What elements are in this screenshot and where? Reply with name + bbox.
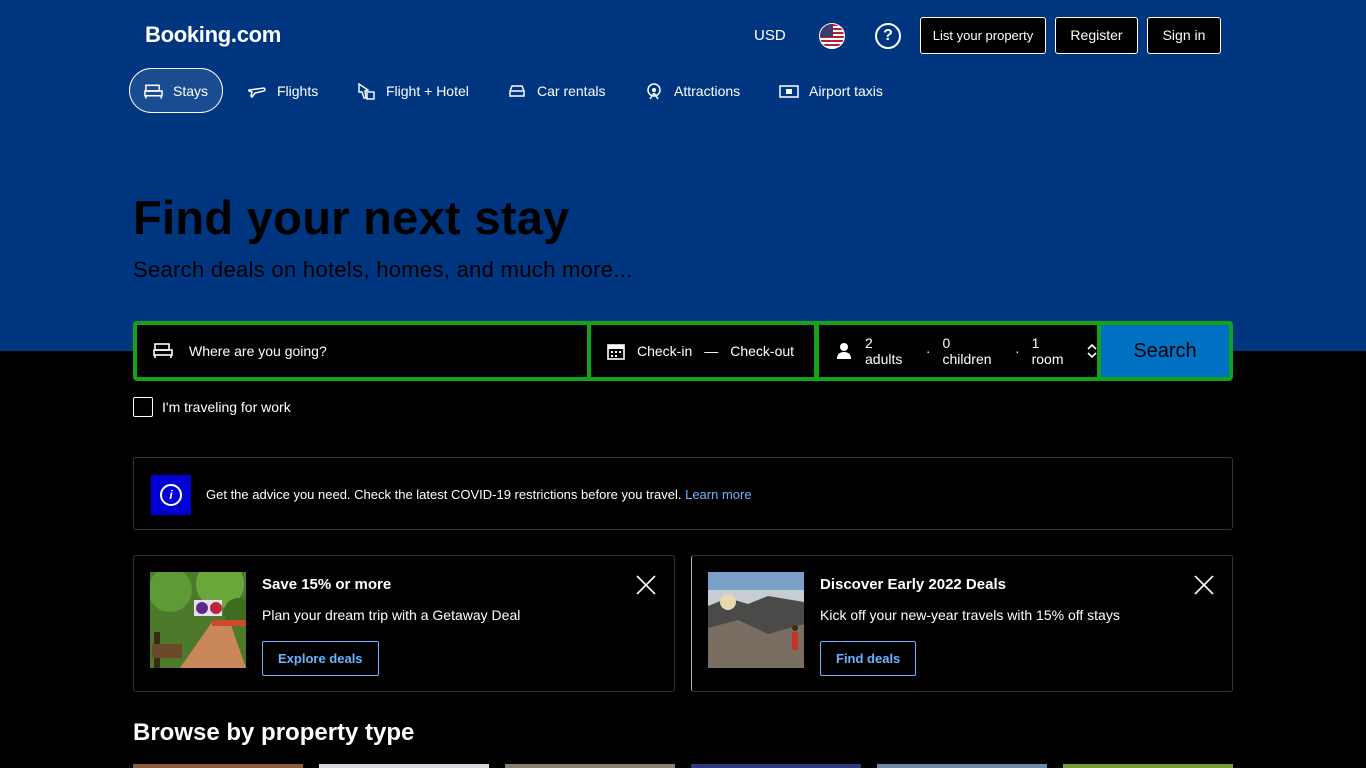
destination-input[interactable]: Where are you going?	[189, 343, 327, 359]
property-thumb-cabins[interactable]	[877, 764, 1047, 768]
promo-description: Plan your dream trip with a Getaway Deal	[262, 607, 521, 623]
tab-stays-label: Stays	[172, 82, 208, 99]
tab-flight-hotel-label: Flight + Hotel	[386, 82, 469, 99]
work-travel-checkbox-row[interactable]: I'm traveling for work	[133, 397, 291, 417]
booking-logo[interactable]: Booking.com	[145, 22, 281, 48]
property-thumb-villas[interactable]	[691, 764, 861, 768]
taxi-icon	[779, 84, 799, 98]
currency-selector[interactable]: USD	[754, 27, 786, 44]
up-down-chevron-icon	[1087, 343, 1097, 359]
promo-card-early-deals: Discover Early 2022 Deals Kick off your …	[691, 555, 1233, 692]
learn-more-link[interactable]: Learn more	[685, 487, 751, 502]
promo-title: Discover Early 2022 Deals	[820, 576, 1006, 593]
us-flag-icon[interactable]	[819, 23, 845, 49]
tab-flights-label: Flights	[277, 82, 319, 99]
plane-icon	[248, 86, 266, 98]
attractions-icon	[647, 82, 661, 99]
page-title: Find your next stay	[133, 191, 570, 244]
promo-title: Save 15% or more	[262, 576, 392, 593]
car-icon	[509, 84, 525, 97]
tab-airport-taxis-label: Airport taxis	[809, 82, 883, 99]
page-subtitle: Search deals on hotels, homes, and much …	[133, 257, 633, 282]
work-travel-checkbox[interactable]	[133, 397, 153, 417]
tab-car-rentals-label: Car rentals	[537, 82, 606, 99]
banner-text: Get the advice you need. Check the lates…	[206, 487, 682, 502]
promo-card-getaway: Save 15% or more Plan your dream trip wi…	[133, 555, 675, 692]
children-count: 0 children	[942, 335, 992, 367]
calendar-icon	[607, 344, 625, 360]
close-icon[interactable]	[1192, 573, 1216, 597]
mountain-photo	[708, 572, 804, 668]
search-button[interactable]: Search	[1101, 325, 1229, 377]
find-deals-button[interactable]: Find deals	[820, 641, 917, 676]
tab-attractions-label: Attractions	[674, 82, 741, 99]
date-separator: —	[704, 343, 719, 359]
rooms-count: 1 room	[1031, 335, 1064, 367]
browse-property-title: Browse by property type	[133, 719, 415, 746]
destination-field[interactable]: Where are you going?	[137, 325, 587, 377]
property-thumb-cottages[interactable]	[1063, 764, 1233, 768]
property-thumb-hotels[interactable]	[133, 764, 303, 768]
tab-airport-taxis[interactable]: Airport taxis	[765, 68, 897, 113]
bed-icon	[144, 84, 163, 99]
tab-flights[interactable]: Flights	[233, 68, 332, 113]
bed-icon	[153, 343, 173, 358]
checkout-field[interactable]: Check-out	[730, 343, 794, 359]
banner-message: Get the advice you need. Check the lates…	[206, 487, 752, 502]
search-bar: Where are you going? Check-in — Check-ou…	[133, 321, 1233, 381]
guest-separator: ·	[1014, 343, 1020, 359]
close-icon[interactable]	[634, 573, 658, 597]
property-thumb-apartments[interactable]	[319, 764, 489, 768]
tab-attractions[interactable]: Attractions	[630, 68, 754, 113]
checkin-field[interactable]: Check-in	[637, 343, 692, 359]
person-icon	[837, 343, 851, 359]
tab-flight-hotel[interactable]: Flight + Hotel	[342, 68, 483, 113]
covid-info-banner: i Get the advice you need. Check the lat…	[133, 457, 1233, 530]
guests-selector[interactable]: 2 adults · 0 children · 1 room	[819, 325, 1097, 377]
guest-separator: ·	[925, 343, 931, 359]
explore-deals-button[interactable]: Explore deals	[262, 641, 379, 676]
help-icon[interactable]: ?	[875, 23, 901, 49]
tab-stays[interactable]: Stays	[129, 68, 223, 113]
property-thumb-resorts[interactable]	[505, 764, 675, 768]
work-travel-label: I'm traveling for work	[162, 399, 291, 415]
date-picker[interactable]: Check-in — Check-out	[591, 325, 814, 377]
flight-hotel-icon	[358, 82, 375, 100]
sign-in-button[interactable]: Sign in	[1147, 17, 1221, 54]
park-photo	[150, 572, 246, 668]
promo-description: Kick off your new-year travels with 15% …	[820, 607, 1120, 623]
tab-car-rentals[interactable]: Car rentals	[493, 68, 619, 113]
info-icon: i	[151, 475, 191, 515]
adults-count: 2 adults	[865, 335, 903, 367]
register-button[interactable]: Register	[1055, 17, 1138, 54]
list-property-button[interactable]: List your property	[920, 17, 1046, 54]
